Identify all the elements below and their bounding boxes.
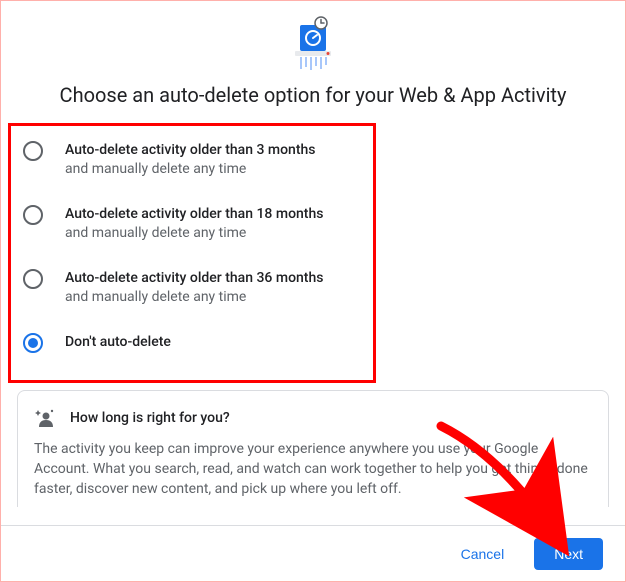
radio-icon (23, 269, 43, 289)
info-title: How long is right for you? (70, 410, 230, 426)
option-dont-auto-delete[interactable]: Don't auto-delete (9, 319, 617, 366)
info-body: The activity you keep can improve your e… (34, 439, 592, 499)
radio-icon (23, 141, 43, 161)
dialog-footer: Cancel Next (1, 525, 625, 581)
hero-illustration (1, 1, 625, 71)
next-button[interactable]: Next (534, 538, 603, 570)
auto-delete-options: Auto-delete activity older than 3 months… (1, 125, 625, 368)
shredder-clock-icon (285, 15, 341, 71)
sparkle-person-icon (34, 407, 56, 429)
option-label: Auto-delete activity older than 3 months (65, 140, 316, 160)
radio-icon (23, 205, 43, 225)
option-3-months[interactable]: Auto-delete activity older than 3 months… (9, 127, 617, 191)
option-label: Auto-delete activity older than 36 month… (65, 268, 323, 288)
option-36-months[interactable]: Auto-delete activity older than 36 month… (9, 255, 617, 319)
cancel-button[interactable]: Cancel (441, 538, 525, 570)
radio-icon (23, 333, 43, 353)
option-18-months[interactable]: Auto-delete activity older than 18 month… (9, 191, 617, 255)
info-card: How long is right for you? The activity … (17, 390, 609, 507)
option-label: Don't auto-delete (65, 332, 171, 352)
option-sublabel: and manually delete any time (65, 288, 323, 306)
page-title: Choose an auto-delete option for your We… (1, 71, 625, 125)
option-sublabel: and manually delete any time (65, 224, 323, 242)
option-sublabel: and manually delete any time (65, 160, 316, 178)
option-label: Auto-delete activity older than 18 month… (65, 204, 323, 224)
